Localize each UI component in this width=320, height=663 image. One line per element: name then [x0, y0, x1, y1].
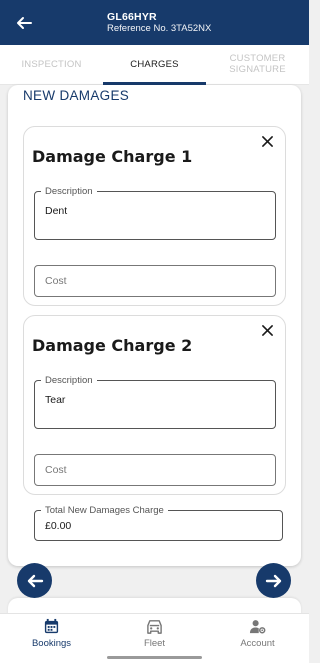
cost-field	[34, 454, 276, 486]
app-header: GL66HYR Reference No. 3TA52NX	[0, 0, 309, 45]
nav-bookings-label: Bookings	[31, 638, 72, 649]
nav-account[interactable]: Account	[206, 614, 309, 653]
nav-fleet[interactable]: Fleet	[103, 614, 206, 653]
user-settings-icon	[249, 620, 266, 634]
damage-charge-title: Damage Charge 2	[32, 336, 193, 355]
description-value: Tear	[45, 394, 66, 406]
nav-fleet-label: Fleet	[143, 638, 166, 649]
bottom-navigation: Bookings Fleet Account	[0, 613, 309, 653]
damage-charge-card: Damage Charge 1 Description Dent	[23, 126, 286, 306]
charges-card: NEW DAMAGES Damage Charge 1 Description …	[8, 85, 301, 566]
tab-charges[interactable]: CHARGES	[103, 45, 206, 85]
damage-charge-title: Damage Charge 1	[32, 147, 193, 166]
cost-field	[34, 265, 276, 297]
header-text: GL66HYR Reference No. 3TA52NX	[107, 11, 211, 35]
damage-charge-card: Damage Charge 2 Description Tear	[23, 315, 286, 495]
description-label: Description	[41, 186, 97, 197]
section-title: NEW DAMAGES	[23, 88, 130, 103]
next-step-button[interactable]	[256, 563, 291, 598]
previous-step-button[interactable]	[17, 563, 52, 598]
total-damages-field[interactable]: Total New Damages Charge £0.00	[34, 505, 283, 541]
reference-number: Reference No. 3TA52NX	[107, 23, 212, 35]
cost-input[interactable]	[45, 455, 265, 485]
nav-bookings[interactable]: Bookings	[0, 614, 103, 653]
cost-input[interactable]	[45, 266, 265, 296]
description-value: Dent	[45, 205, 68, 217]
description-label: Description	[41, 375, 97, 386]
arrow-left-icon	[27, 574, 43, 587]
tab-inspection[interactable]: INSPECTION	[0, 45, 103, 85]
gesture-area	[0, 653, 309, 663]
back-button[interactable]	[0, 0, 48, 45]
remove-charge-button[interactable]	[259, 322, 275, 338]
car-icon	[147, 620, 162, 634]
tab-customer-signature[interactable]: CUSTOMER SIGNATURE	[206, 45, 309, 85]
description-field[interactable]: Description Dent	[34, 186, 276, 240]
arrow-right-icon	[265, 574, 281, 587]
arrow-left-icon	[17, 16, 32, 29]
total-damages-label: Total New Damages Charge	[41, 505, 168, 516]
remove-charge-button[interactable]	[259, 133, 275, 149]
home-gesture-bar[interactable]	[107, 656, 202, 659]
description-field[interactable]: Description Tear	[34, 375, 276, 429]
close-icon	[261, 324, 273, 336]
calendar-icon	[44, 618, 59, 634]
nav-account-label: Account	[240, 638, 275, 649]
total-damages-value: £0.00	[45, 520, 72, 532]
vehicle-registration: GL66HYR	[107, 10, 157, 23]
close-icon	[261, 135, 273, 147]
tab-bar: INSPECTION CHARGES CUSTOMER SIGNATURE	[0, 45, 309, 85]
